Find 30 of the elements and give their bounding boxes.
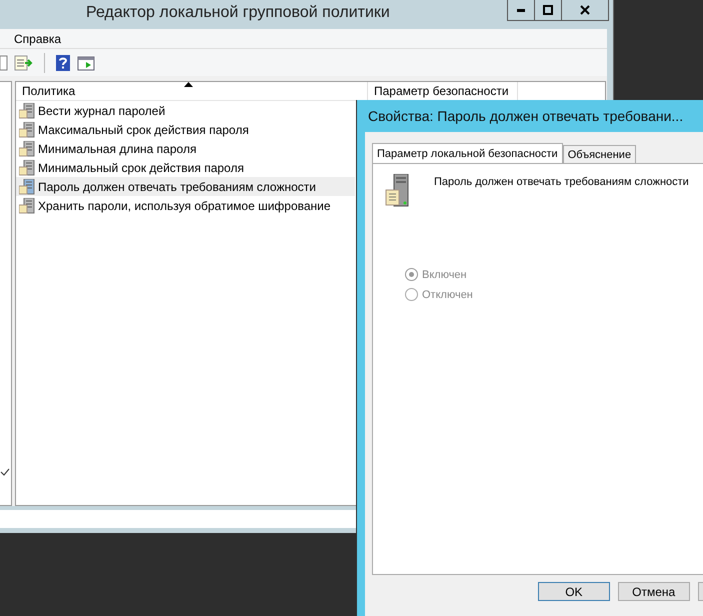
document-icon[interactable]: [0, 54, 8, 72]
policy-row[interactable]: Минимальная длина пароля: [16, 139, 355, 158]
policy-icon: [19, 160, 35, 176]
policy-row[interactable]: Максимальный срок действия пароля: [16, 120, 355, 139]
policy-icon: [19, 198, 35, 214]
policy-icon: [19, 122, 35, 138]
server-document-icon: [385, 174, 411, 208]
close-icon: [580, 5, 590, 15]
policy-name: Пароль должен отвечать требованиям сложности: [434, 176, 689, 188]
dialog-button[interactable]: Отмена: [618, 582, 690, 601]
dialog-button[interactable]: OK: [538, 582, 610, 601]
export-list-icon[interactable]: [14, 54, 34, 72]
policy-row[interactable]: Минимальный срок действия пароля: [16, 158, 355, 177]
help-icon[interactable]: [55, 54, 71, 72]
tab[interactable]: Объяснение: [562, 145, 636, 163]
minimize-icon: [517, 8, 525, 12]
policy-icon: [19, 140, 35, 156]
maximize-icon: [543, 5, 553, 15]
policy-row[interactable]: Вести журнал паролей: [16, 101, 355, 120]
window-play-icon[interactable]: [77, 54, 95, 72]
sort-arrow-icon: [184, 82, 194, 87]
window-title: Редактор локальной групповой политики: [86, 4, 390, 22]
dialog-title: Свойства: Пароль должен отвечать требовани...: [367, 107, 684, 126]
tab[interactable]: Параметр локальной безопасности: [372, 143, 563, 163]
policy-icon: [19, 178, 35, 194]
policy-icon: [19, 102, 35, 118]
check-icon: [0, 467, 10, 477]
policy-row[interactable]: Пароль должен отвечать требованиям сложности: [16, 177, 355, 196]
menu-item[interactable]: Справка: [14, 32, 62, 46]
policy-row[interactable]: Хранить пароли, используя обратимое шифрование: [16, 196, 355, 215]
